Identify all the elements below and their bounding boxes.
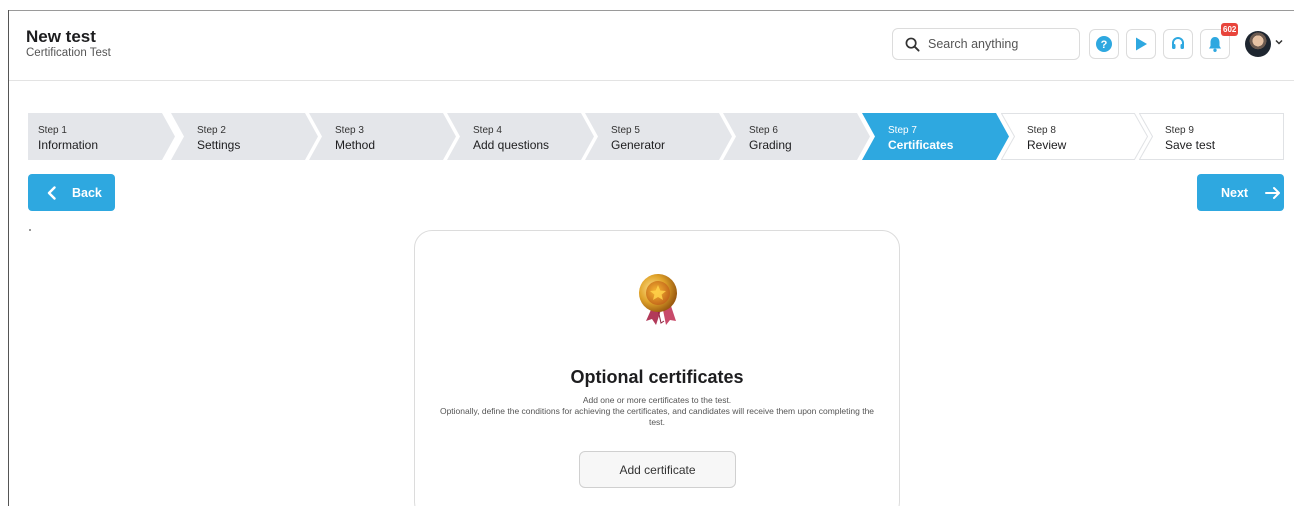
support-button[interactable] — [1163, 29, 1193, 59]
play-icon — [1136, 37, 1147, 51]
next-label: Next — [1221, 185, 1249, 200]
bell-icon — [1209, 37, 1221, 52]
step-label: Add questions — [473, 138, 550, 152]
step-number: Step 5 — [611, 125, 640, 136]
medal-icon — [639, 274, 677, 325]
play-button[interactable] — [1126, 29, 1156, 59]
stray-dot — [29, 229, 31, 231]
search-placeholder: Search anything — [928, 37, 1019, 51]
page-title: New test — [26, 27, 96, 46]
back-button[interactable]: Back — [28, 174, 115, 211]
window-left-border — [8, 10, 9, 506]
next-button[interactable]: Next — [1197, 174, 1284, 211]
step-number: Step 7 — [888, 125, 917, 136]
search-input[interactable]: Search anything — [892, 28, 1080, 60]
step-label: Save test — [1165, 138, 1216, 152]
notification-badge: 602 — [1221, 23, 1239, 36]
step-number: Step 4 — [473, 125, 502, 136]
step-label: Certificates — [888, 138, 954, 152]
step-number: Step 3 — [335, 125, 364, 136]
page-subtitle: Certification Test — [26, 47, 111, 59]
notifications-button[interactable]: 602 — [1200, 23, 1239, 59]
card-description-line: Optionally, define the conditions for ac… — [439, 406, 875, 427]
avatar[interactable] — [1245, 31, 1271, 57]
headset-icon — [1172, 37, 1184, 49]
step-number: Step 6 — [749, 125, 778, 136]
help-icon: ? — [1096, 36, 1112, 52]
step-label: Information — [38, 138, 99, 152]
step-number: Step 9 — [1165, 125, 1194, 136]
step-label: Generator — [611, 138, 666, 152]
optional-certificates-card: Optional certificates Add one or more ce… — [414, 230, 900, 506]
step-label: Method — [335, 138, 376, 152]
step-progress: Step 1 Information Step 2 Settings Step … — [28, 113, 1284, 160]
step-label: Review — [1027, 138, 1067, 152]
search-icon — [905, 37, 920, 52]
step-number: Step 1 — [38, 125, 67, 136]
arrow-right-icon — [1265, 186, 1281, 199]
step-label: Settings — [197, 138, 241, 152]
step-label: Grading — [749, 138, 792, 152]
help-button[interactable]: ? — [1089, 29, 1119, 59]
page-header: New test Certification Test Search anyth… — [9, 11, 1294, 81]
card-title: Optional certificates — [570, 367, 744, 387]
card-description-line: Add one or more certificates to the test… — [582, 395, 732, 405]
card-description: Add one or more certificates to the test… — [435, 395, 879, 428]
step-number: Step 2 — [197, 125, 226, 136]
svg-text:?: ? — [1101, 39, 1108, 51]
add-certificate-button[interactable]: Add certificate — [579, 451, 736, 488]
step-number: Step 8 — [1027, 125, 1056, 136]
back-label: Back — [72, 185, 102, 200]
chevron-left-icon — [47, 185, 56, 200]
chevron-down-icon[interactable] — [1274, 37, 1284, 47]
